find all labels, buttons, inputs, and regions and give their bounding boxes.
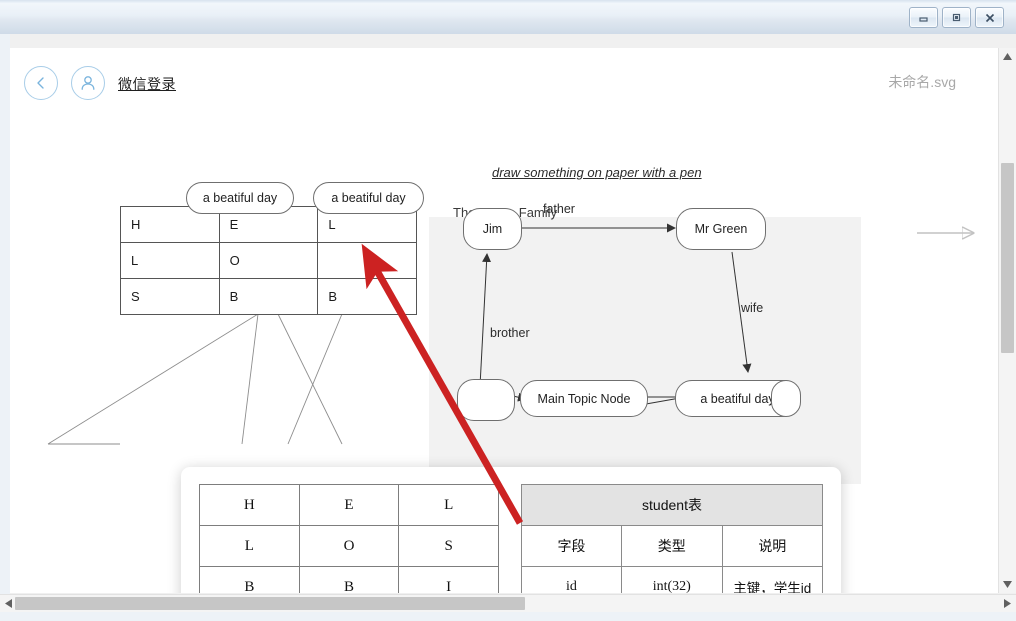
column-header-desc: 说明 <box>722 526 822 567</box>
table-cell[interactable]: I <box>399 567 499 594</box>
scroll-right-button[interactable] <box>999 595 1016 612</box>
table-row[interactable]: id int(32) 主键，学生id <box>522 567 823 594</box>
triangle-left-icon <box>5 599 12 608</box>
canvas-node-kid[interactable] <box>457 379 515 421</box>
canvas-node-main-topic[interactable]: Main Topic Node <box>520 380 648 417</box>
canvas-node-sticky-2[interactable]: a beatiful day <box>313 182 424 214</box>
titlebar-highlight <box>0 0 1016 3</box>
schema-table-title: student表 <box>522 485 823 526</box>
table-row[interactable]: B B I <box>200 567 499 594</box>
table-cell[interactable]: B <box>219 279 318 315</box>
table-cell[interactable]: S <box>399 526 499 567</box>
close-button[interactable] <box>975 7 1004 28</box>
table-cell[interactable] <box>318 243 417 279</box>
vertical-scrollbar-thumb[interactable] <box>1001 163 1014 353</box>
scroll-up-button[interactable] <box>999 48 1016 65</box>
window-left-edge <box>0 34 10 612</box>
table-cell[interactable]: id <box>522 567 622 594</box>
table-preview-popup[interactable]: H E L L O S B B I <box>181 467 841 593</box>
chevron-left-icon <box>34 76 48 90</box>
close-icon <box>984 12 996 24</box>
column-header-field: 字段 <box>522 526 622 567</box>
minimize-icon <box>918 12 929 23</box>
scroll-down-button[interactable] <box>999 576 1016 593</box>
app-header: 微信登录 未命名.svg <box>10 48 1006 114</box>
table-cell[interactable]: O <box>219 243 318 279</box>
back-button[interactable] <box>24 66 58 100</box>
drawing-canvas[interactable]: draw something on paper with a pen The G… <box>10 114 1006 593</box>
canvas-node-jim[interactable]: Jim <box>463 208 522 250</box>
edge-label-father: father <box>543 202 575 216</box>
table-cell[interactable]: O <box>299 526 399 567</box>
document-filename: 未命名.svg <box>888 72 956 92</box>
triangle-right-icon <box>1004 599 1011 608</box>
table-row[interactable]: L O <box>121 243 417 279</box>
canvas-node-extra[interactable] <box>771 380 801 417</box>
window-bottom-edge <box>0 612 1016 621</box>
app-content: 微信登录 未命名.svg draw something on paper wit… <box>10 48 1006 593</box>
maximize-button[interactable] <box>942 7 971 28</box>
maximize-icon <box>951 12 962 23</box>
toolbar-strip <box>0 34 1016 48</box>
minimize-button[interactable] <box>909 7 938 28</box>
table-cell[interactable]: L <box>399 485 499 526</box>
popup-grid-table[interactable]: H E L L O S B B I <box>199 484 499 593</box>
vertical-scrollbar[interactable] <box>998 48 1016 593</box>
user-avatar-icon <box>79 74 97 92</box>
table-cell[interactable]: L <box>121 243 220 279</box>
popup-schema-table[interactable]: student表 字段 类型 说明 id int(32) 主键，学生id <box>521 484 823 593</box>
table-cell[interactable]: int(32) <box>621 567 722 594</box>
avatar[interactable] <box>71 66 105 100</box>
table-row[interactable]: 字段 类型 说明 <box>522 526 823 567</box>
table-cell[interactable]: B <box>318 279 417 315</box>
table-cell[interactable]: L <box>200 526 300 567</box>
application-window: 微信登录 未命名.svg draw something on paper wit… <box>0 0 1016 621</box>
table-row[interactable]: student表 <box>522 485 823 526</box>
window-controls <box>909 7 1004 28</box>
table-cell[interactable]: H <box>200 485 300 526</box>
canvas-table[interactable]: H E L L O S B B <box>120 206 417 315</box>
table-cell[interactable]: 主键，学生id <box>722 567 822 594</box>
table-cell[interactable]: B <box>200 567 300 594</box>
table-cell[interactable]: S <box>121 279 220 315</box>
table-row[interactable]: H E L <box>200 485 499 526</box>
table-row[interactable]: S B B <box>121 279 417 315</box>
horizontal-scrollbar[interactable] <box>0 594 1016 612</box>
window-titlebar <box>0 0 1016 35</box>
edge-label-wife: wife <box>741 301 763 315</box>
horizontal-scrollbar-thumb[interactable] <box>15 597 525 610</box>
edge-label-brother: brother <box>490 326 530 340</box>
table-row[interactable]: L O S <box>200 526 499 567</box>
canvas-node-mr-green[interactable]: Mr Green <box>676 208 766 250</box>
column-header-type: 类型 <box>621 526 722 567</box>
canvas-node-sticky-1[interactable]: a beatiful day <box>186 182 294 214</box>
triangle-up-icon <box>1003 53 1012 60</box>
wechat-login-link[interactable]: 微信登录 <box>118 74 176 94</box>
table-cell[interactable]: B <box>299 567 399 594</box>
table-cell[interactable]: E <box>299 485 399 526</box>
triangle-down-icon <box>1003 581 1012 588</box>
